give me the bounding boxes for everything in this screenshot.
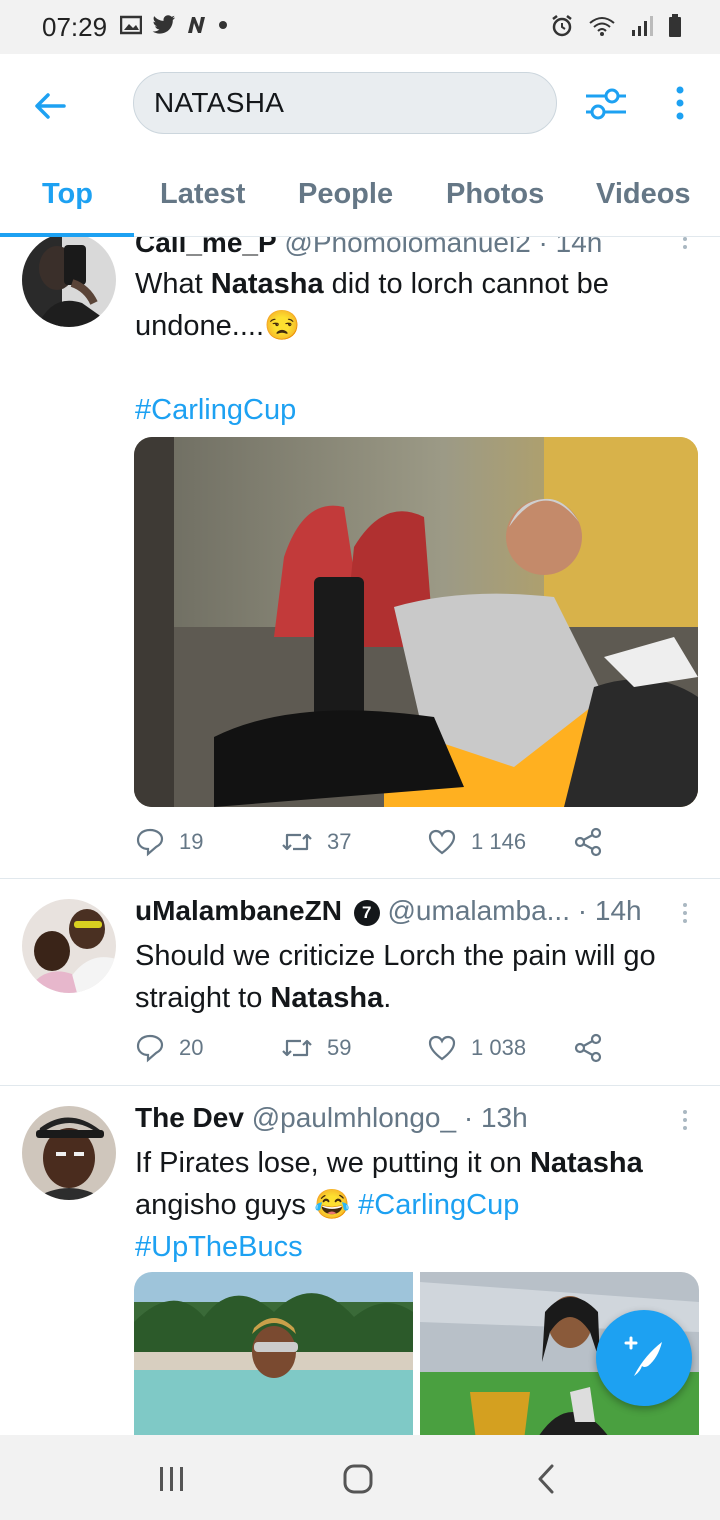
like-button[interactable]: 1 038 xyxy=(427,1033,526,1063)
tweet-menu-icon[interactable] xyxy=(678,237,692,265)
reply-button[interactable]: 20 xyxy=(135,1033,203,1063)
hashtag-link[interactable]: #UpTheBucs xyxy=(135,1231,303,1263)
tweet-time: · 14h xyxy=(577,895,642,926)
tweet-text: If Pirates lose, we putting it on Natash… xyxy=(135,1142,695,1268)
retweet-count: 59 xyxy=(327,1035,352,1060)
notification-icons xyxy=(120,15,228,35)
filter-icon xyxy=(586,88,626,120)
battery-icon xyxy=(669,14,681,37)
tweet[interactable]: Call_me_P @Phomolomanuel2 · 14h What Nat… xyxy=(0,237,720,877)
tweet-author-name[interactable]: Call_me_P xyxy=(135,237,277,258)
dot-icon xyxy=(219,21,227,29)
reply-count: 20 xyxy=(179,1035,204,1060)
tweet-actions: 20 59 1 038 xyxy=(135,1033,695,1073)
tweet-author-name[interactable]: The Dev xyxy=(135,1102,244,1133)
retweet-button[interactable]: 37 xyxy=(281,827,351,857)
tweet-actions: 19 37 1 146 xyxy=(135,827,695,867)
reply-icon xyxy=(136,828,164,857)
avatar[interactable] xyxy=(22,1106,116,1200)
search-query: NATASHA xyxy=(154,87,285,118)
retweet-icon xyxy=(282,833,312,851)
app-n-icon xyxy=(188,17,205,33)
tweet-header: The Dev @paulmhlongo_ · 13h xyxy=(135,1102,528,1134)
avatar[interactable] xyxy=(22,237,116,327)
avatar[interactable] xyxy=(22,899,116,993)
status-time: 07:29 xyxy=(42,12,108,42)
hashtag-link[interactable]: #CarlingCup xyxy=(358,1189,519,1221)
reply-button[interactable]: 19 xyxy=(135,827,203,857)
hashtag-link[interactable]: #CarlingCup xyxy=(135,394,296,426)
tweet-menu-icon[interactable] xyxy=(678,901,692,931)
tweet-header: Call_me_P @Phomolomanuel2 · 14h xyxy=(135,237,602,259)
retweet-button[interactable]: 59 xyxy=(281,1033,351,1063)
recent-apps-icon[interactable] xyxy=(158,1465,186,1493)
search-input[interactable]: NATASHA xyxy=(133,72,557,134)
tweet-handle[interactable]: @umalamba... xyxy=(388,895,571,926)
reply-icon xyxy=(136,1034,164,1063)
twitter-bird-icon xyxy=(152,15,175,34)
system-icons xyxy=(550,14,682,38)
wifi-icon xyxy=(589,17,615,36)
share-button[interactable] xyxy=(573,827,603,857)
tab-top[interactable]: Top xyxy=(42,178,93,211)
like-button[interactable]: 1 146 xyxy=(427,827,526,857)
tweet-text-highlight: Natasha xyxy=(270,982,384,1014)
tweet-text-part: . xyxy=(383,982,392,1014)
tweet-header: uMalambaneZN 7 @umalamba... · 14h xyxy=(135,895,642,927)
share-button[interactable] xyxy=(573,1033,603,1063)
tweet-image[interactable] xyxy=(134,437,698,807)
status-bar: 07:29 xyxy=(0,0,720,54)
tweet-text: Should we criticize Lorch the pain will … xyxy=(135,935,695,1019)
tweet-author-name[interactable]: uMalambaneZN xyxy=(135,895,342,926)
tweet-menu-icon[interactable] xyxy=(678,1108,692,1138)
back-button[interactable] xyxy=(28,84,72,128)
tab-people[interactable]: People xyxy=(298,178,393,211)
like-icon xyxy=(428,829,456,855)
tweet-text: What Natasha did to lorch cannot be undo… xyxy=(135,263,695,431)
tweet-timeline[interactable]: Call_me_P @Phomolomanuel2 · 14h What Nat… xyxy=(0,237,720,1435)
retweet-count: 37 xyxy=(327,829,352,854)
alarm-icon xyxy=(552,15,572,37)
tweet-text-highlight: Natasha xyxy=(210,268,324,300)
tweet-text-highlight: Natasha xyxy=(529,1147,643,1179)
tweet-image[interactable] xyxy=(134,1272,413,1435)
tab-latest[interactable]: Latest xyxy=(160,178,245,211)
overflow-menu-button[interactable] xyxy=(668,84,692,124)
tweet-time: · 13h xyxy=(463,1102,528,1133)
like-icon xyxy=(428,1035,456,1061)
tab-videos[interactable]: Videos xyxy=(596,178,691,211)
signal-icon xyxy=(632,16,653,36)
share-icon xyxy=(574,827,602,857)
gallery-icon xyxy=(120,15,142,35)
system-navigation-bar xyxy=(0,1435,720,1520)
badge: 7 xyxy=(353,900,380,926)
compose-tweet-icon xyxy=(624,1336,662,1376)
tab-photos[interactable]: Photos xyxy=(446,178,544,211)
retweet-icon xyxy=(282,1039,312,1057)
tweet-handle[interactable]: @paulmhlongo_ xyxy=(252,1102,456,1133)
compose-tweet-button[interactable] xyxy=(596,1310,692,1406)
search-header: NATASHA xyxy=(0,54,720,154)
tweet-text-part: angisho guys 😂 xyxy=(135,1189,359,1221)
search-filter-button[interactable] xyxy=(584,84,628,124)
back-nav-icon[interactable] xyxy=(534,1463,558,1495)
home-icon[interactable] xyxy=(342,1463,374,1495)
tweet-text-part: Should we criticize Lorch the pain will … xyxy=(135,940,656,1014)
like-count: 1 146 xyxy=(471,829,527,854)
reply-count: 19 xyxy=(179,829,204,854)
share-icon xyxy=(574,1033,602,1063)
back-arrow-icon xyxy=(35,93,66,119)
tweet-handle[interactable]: @Phomolomanuel2 xyxy=(284,237,530,258)
tweet[interactable]: uMalambaneZN 7 @umalamba... · 14h Should… xyxy=(0,879,720,1084)
tweet-time: · 14h xyxy=(538,237,603,258)
search-tabs: Top Latest People Photos Videos xyxy=(0,154,720,237)
like-count: 1 038 xyxy=(471,1035,527,1060)
more-vertical-icon xyxy=(676,86,684,120)
tweet-text-part: If Pirates lose, we putting it on xyxy=(135,1147,530,1179)
tweet-text-part: What xyxy=(135,268,211,300)
